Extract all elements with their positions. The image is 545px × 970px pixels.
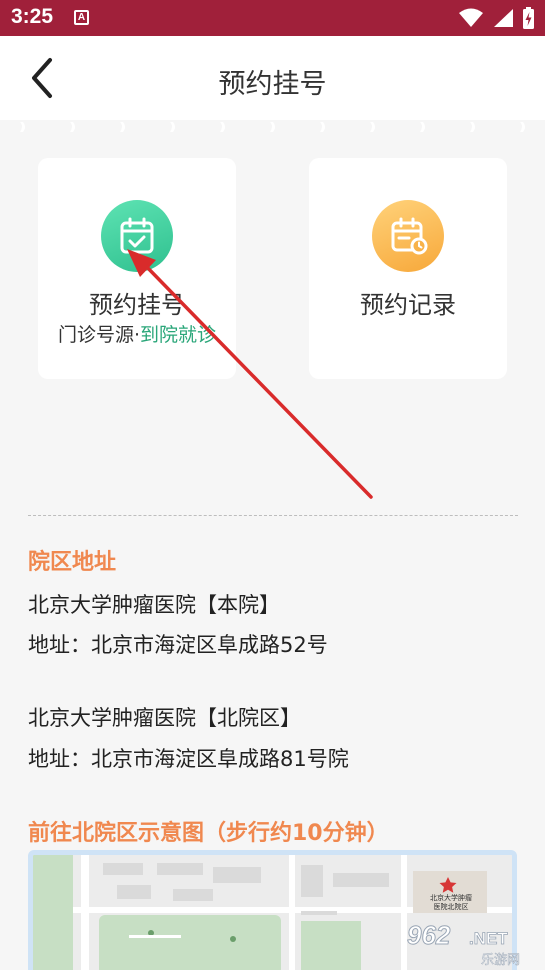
book-appointment-card[interactable]: 预约挂号 门诊号源·到院就诊 xyxy=(38,158,236,379)
appointment-records-card[interactable]: 预约记录 xyxy=(309,158,507,379)
map-label-hospital-line1: 北京大学肿瘤 xyxy=(430,893,472,902)
calendar-clock-icon xyxy=(391,217,428,255)
campus-north-address: 地址：北京市海淀区阜成路81号院 xyxy=(28,747,349,771)
status-time: 3:25 xyxy=(11,5,54,28)
book-card-subtitle-prefix: 门诊号源· xyxy=(57,324,141,346)
calendar-check-icon xyxy=(120,217,154,254)
notification-icon: A xyxy=(74,10,89,25)
map-label-hospital-line2: 医院北院区 xyxy=(434,902,469,911)
watermark-suffix: .NET xyxy=(469,929,508,948)
battery-charging-icon xyxy=(523,7,534,29)
records-icon-circle xyxy=(372,200,444,272)
watermark-caption: 乐游网 xyxy=(481,953,520,968)
book-card-subtitle-highlight: 到院就诊 xyxy=(140,324,217,346)
book-card-subtitle: 门诊号源·到院就诊 xyxy=(38,320,236,347)
watermark-logo: 962 .NET 乐游网 xyxy=(407,920,521,969)
campus-main-address: 地址：北京市海淀区阜成路52号 xyxy=(28,633,328,657)
address-heading: 院区地址 xyxy=(28,550,117,575)
map-heading: 前往北院区示意图（步行约10分钟） xyxy=(28,821,389,846)
campus-main-name: 北京大学肿瘤医院【本院】 xyxy=(28,593,280,617)
records-card-title: 预约记录 xyxy=(360,291,456,319)
signal-icon xyxy=(494,9,513,27)
section-divider xyxy=(28,515,518,516)
app-header: 预约挂号 xyxy=(0,36,545,120)
book-card-title: 预约挂号 xyxy=(89,291,185,319)
book-icon-circle xyxy=(101,200,173,272)
decorative-strip xyxy=(20,122,525,132)
status-bar: 3:25 A xyxy=(0,0,545,36)
wifi-icon xyxy=(459,8,483,27)
watermark-brand: 962 xyxy=(407,920,451,950)
status-icons xyxy=(458,6,535,30)
campus-north-name: 北京大学肿瘤医院【北院区】 xyxy=(28,706,301,730)
page-title: 预约挂号 xyxy=(218,69,327,100)
